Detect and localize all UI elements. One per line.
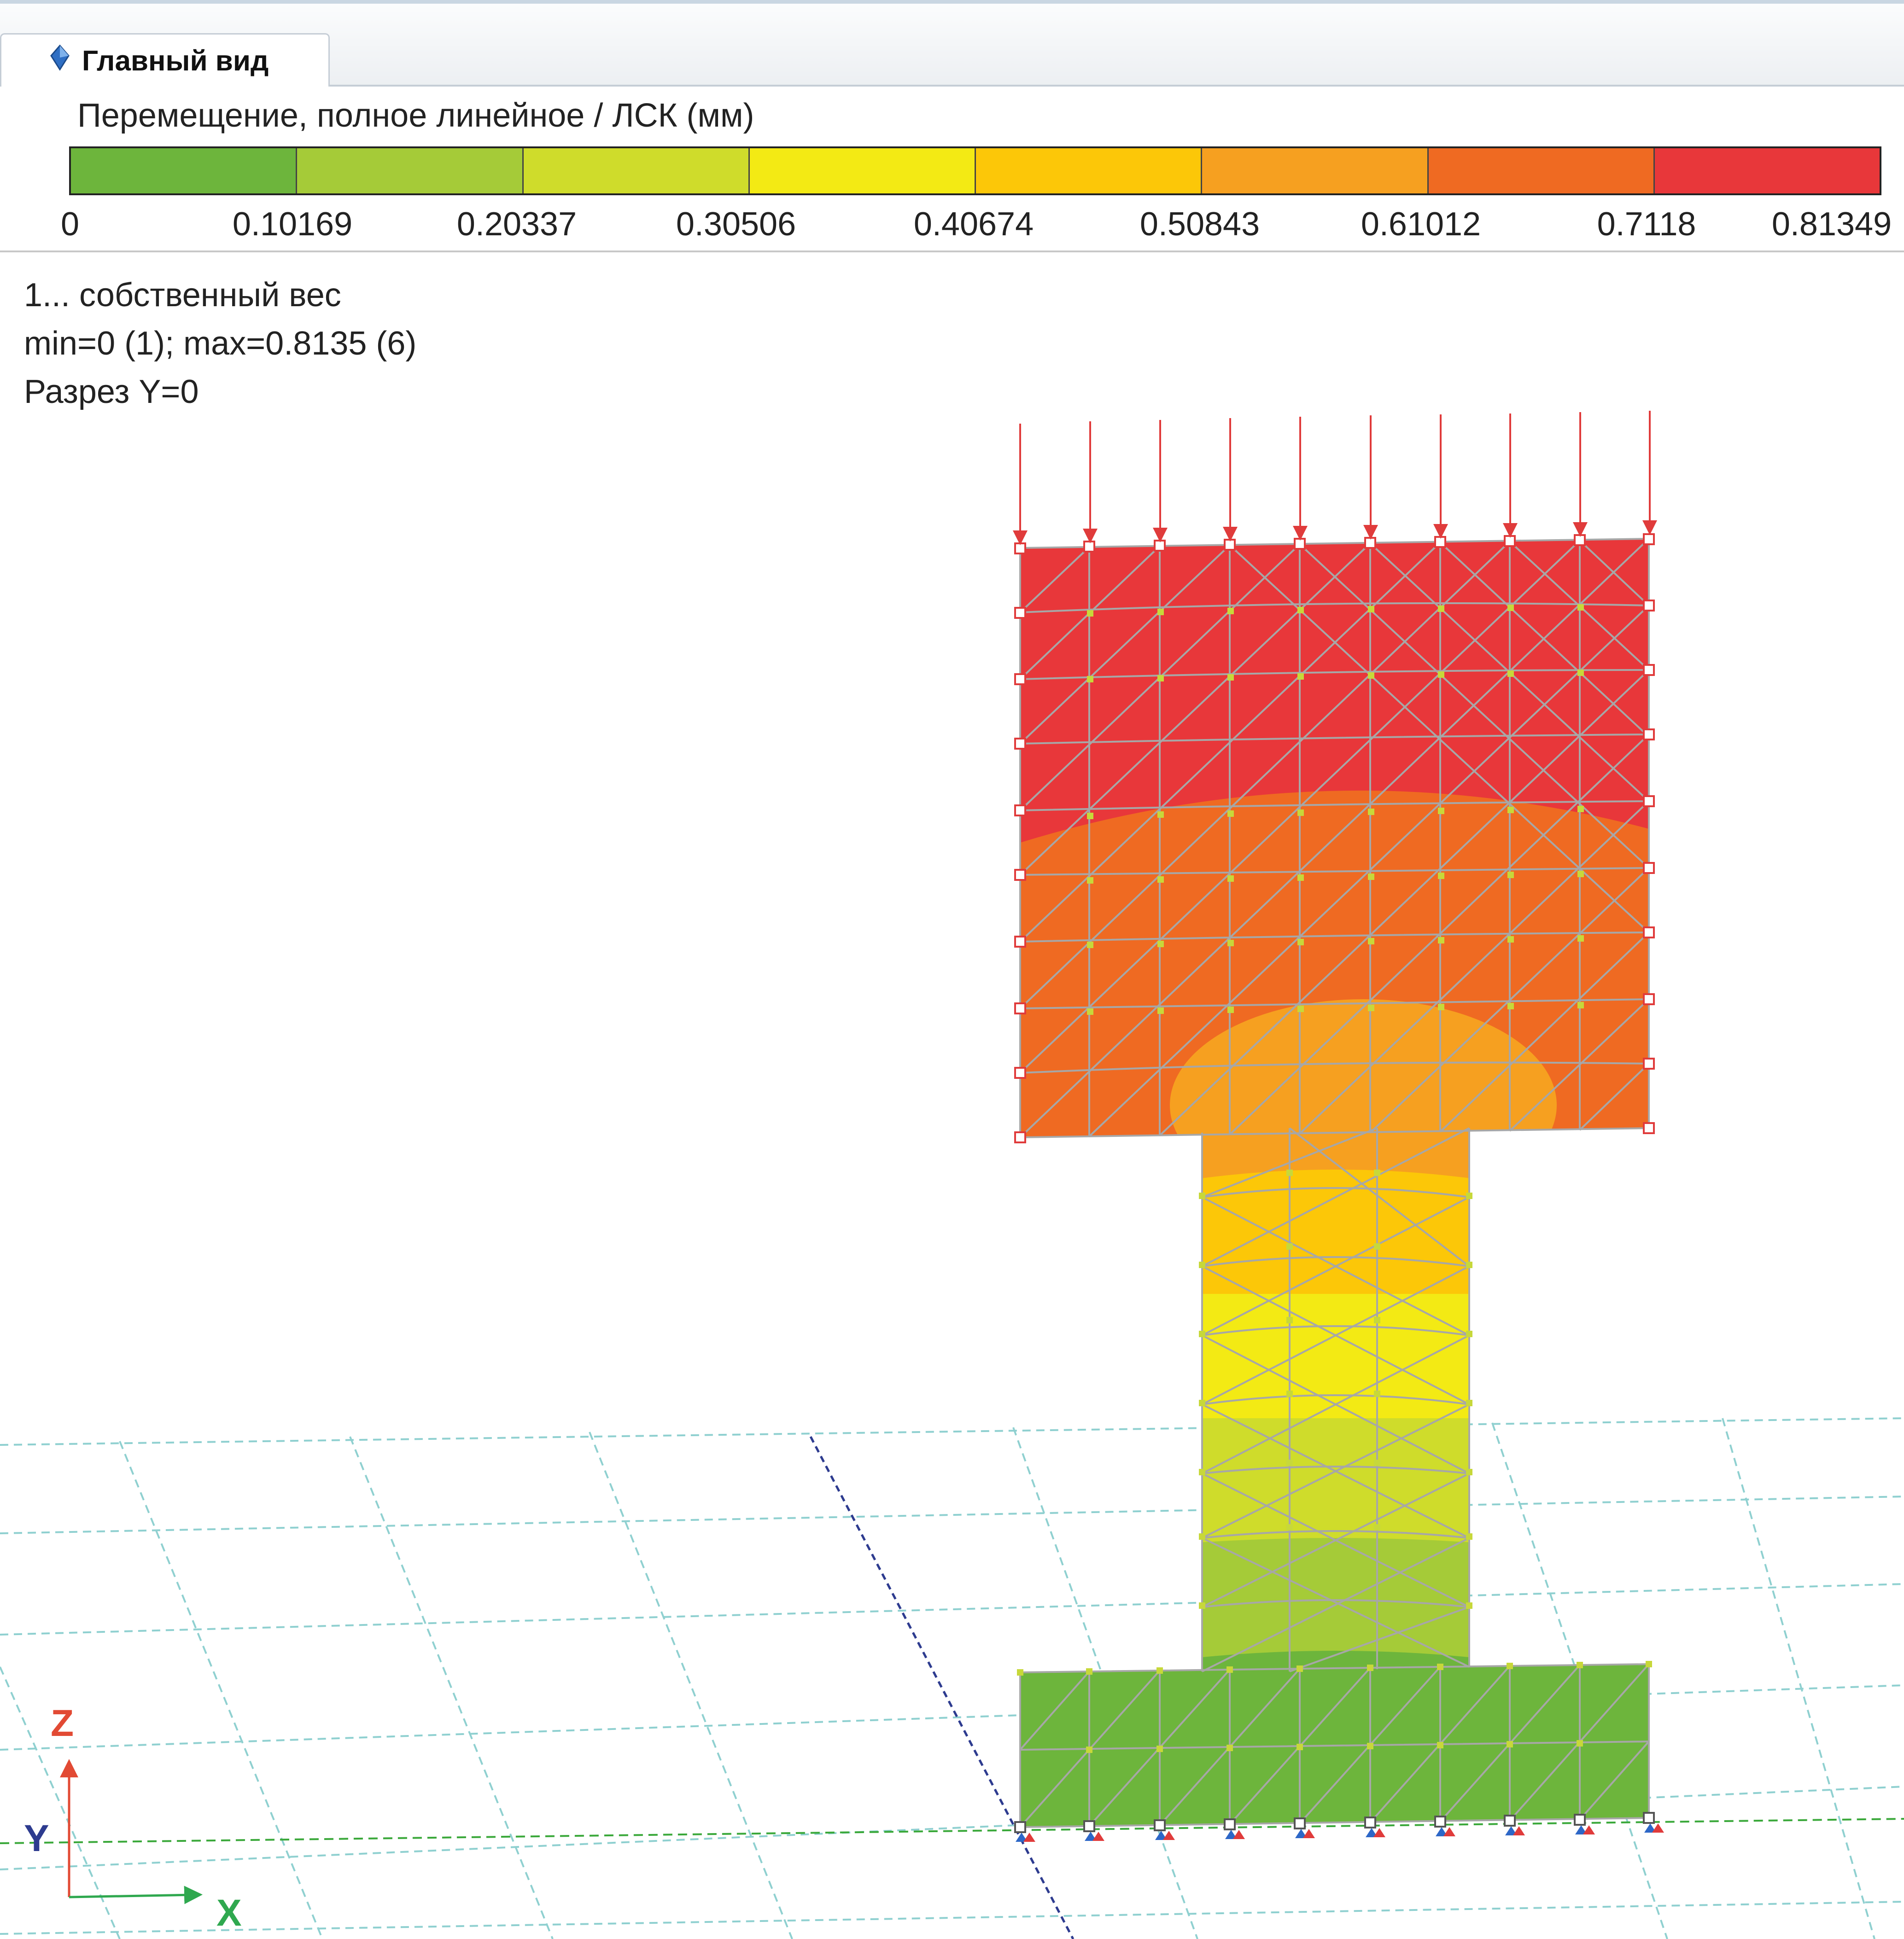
legend-tick-label: 0.81349 xyxy=(1771,206,1892,243)
axis-z-label: Z xyxy=(51,1702,74,1744)
legend-segment-4 xyxy=(749,148,976,193)
legend-tick-label: 0.61012 xyxy=(1361,206,1481,243)
axis-y-label: Y xyxy=(24,1817,49,1859)
tab-main-view-label: Главный вид xyxy=(82,45,269,77)
color-legend: Перемещение, полное линейное / ЛСК (мм) … xyxy=(0,87,1904,252)
model-viewport[interactable]: Z Y X xyxy=(0,252,1904,1939)
legend-segment-7 xyxy=(1428,148,1655,193)
legend-color-bar xyxy=(69,146,1881,195)
axis-x-label: X xyxy=(216,1892,242,1934)
legend-segment-5 xyxy=(976,148,1203,193)
legend-tick-label: 0.30506 xyxy=(676,206,796,243)
diamond-icon xyxy=(50,44,70,71)
axis-triad xyxy=(60,1759,203,1904)
legend-tick-label: 0.50843 xyxy=(1139,206,1260,243)
legend-tick-label: 0.10169 xyxy=(232,206,353,243)
legend-tick-label: 0.40674 xyxy=(913,206,1034,243)
load-arrows xyxy=(1013,411,1657,545)
legend-title: Перемещение, полное линейное / ЛСК (мм) xyxy=(77,97,754,134)
fe-model-drawing[interactable] xyxy=(0,252,1904,1939)
legend-tick-label: 0.7118 xyxy=(1597,206,1696,243)
legend-tick-label: 0 xyxy=(60,206,80,243)
ground-axis-line xyxy=(0,1818,1904,1844)
legend-tick-label: 0.20337 xyxy=(456,206,577,243)
tab-main-view[interactable]: Главный вид xyxy=(0,33,330,87)
legend-segment-2 xyxy=(297,148,524,193)
legend-segment-3 xyxy=(523,148,750,193)
legend-segment-8 xyxy=(1654,148,1880,193)
legend-segment-6 xyxy=(1202,148,1429,193)
legend-segment-1 xyxy=(71,148,298,193)
